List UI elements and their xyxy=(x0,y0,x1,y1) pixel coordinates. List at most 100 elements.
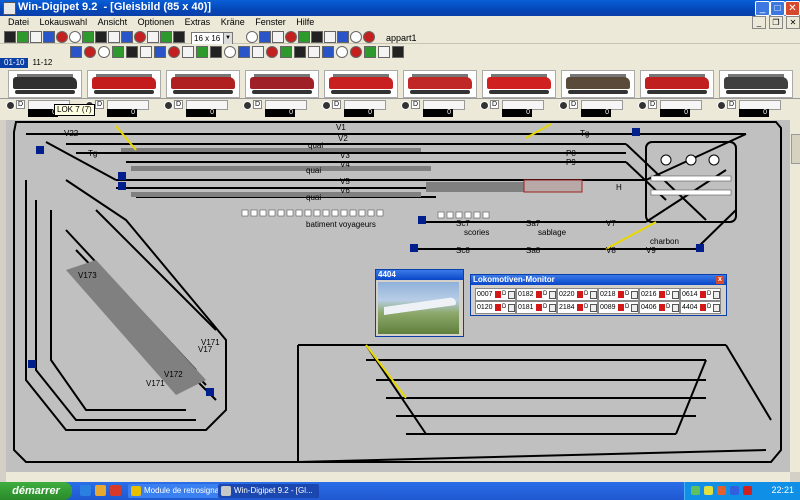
tray-icon-3[interactable] xyxy=(717,486,726,495)
doc-close-button[interactable]: ✕ xyxy=(786,16,800,29)
monitor-cell[interactable]: 0181 D xyxy=(516,301,557,314)
direction-indicator[interactable] xyxy=(401,101,410,110)
toolbar-icon[interactable] xyxy=(108,31,120,43)
toolbar-icon[interactable] xyxy=(98,46,110,58)
loco-thumbnail[interactable] xyxy=(8,70,82,98)
toolbar-icon[interactable] xyxy=(4,31,16,43)
direction-indicator[interactable] xyxy=(638,101,647,110)
loco-control[interactable]: D0 xyxy=(557,100,633,118)
turntable-loco[interactable] xyxy=(523,179,583,193)
folder-icon[interactable] xyxy=(95,485,106,496)
loco-control[interactable]: D0 xyxy=(636,100,712,118)
direction-indicator[interactable] xyxy=(322,101,331,110)
direction-indicator[interactable] xyxy=(164,101,173,110)
toolbar-icon[interactable] xyxy=(82,31,94,43)
horizontal-scrollbar[interactable] xyxy=(6,472,790,482)
toolbar-icon[interactable] xyxy=(17,31,29,43)
toolbar-icon[interactable] xyxy=(350,31,362,43)
toolbar-icon[interactable] xyxy=(252,46,264,58)
menu-datei[interactable]: Datei xyxy=(8,16,29,29)
appart-label[interactable]: appart1 xyxy=(386,33,417,43)
toolbar-icon[interactable] xyxy=(173,31,185,43)
drive-mode-label[interactable]: D xyxy=(490,100,500,109)
toolbar-icon[interactable] xyxy=(210,46,222,58)
toolbar-icon[interactable] xyxy=(280,46,292,58)
media-icon[interactable] xyxy=(110,485,121,496)
loco-thumbnail[interactable] xyxy=(166,70,240,98)
maximize-button[interactable]: □ xyxy=(770,1,785,16)
toolbar-icon[interactable] xyxy=(43,31,55,43)
drive-mode-label[interactable]: D xyxy=(253,100,263,109)
toolbar-icon[interactable] xyxy=(168,46,180,58)
loco-thumbnail[interactable] xyxy=(561,70,635,98)
toolbar-icon[interactable] xyxy=(311,31,323,43)
tray-icon-4[interactable] xyxy=(730,486,739,495)
drive-mode-label[interactable]: D xyxy=(727,100,737,109)
direction-indicator[interactable] xyxy=(480,101,489,110)
toolbar-icon[interactable] xyxy=(322,46,334,58)
loco-control[interactable]: D0 xyxy=(162,100,238,118)
toolbar-icon[interactable] xyxy=(140,46,152,58)
loco-control[interactable]: D0 xyxy=(399,100,475,118)
toolbar-icon[interactable] xyxy=(126,46,138,58)
toolbar-icon[interactable] xyxy=(70,46,82,58)
toolbar-icon[interactable] xyxy=(134,31,146,43)
toolbar-icon[interactable] xyxy=(350,46,362,58)
toolbar-icon[interactable] xyxy=(196,46,208,58)
drive-mode-label[interactable]: D xyxy=(332,100,342,109)
tab-locos-11-12[interactable]: 11-12 xyxy=(28,58,56,68)
monitor-cell[interactable]: 0182 D xyxy=(516,288,557,301)
loco-thumbnail[interactable] xyxy=(324,70,398,98)
doc-minimize-button[interactable]: _ xyxy=(752,16,766,29)
toolbar-icon[interactable] xyxy=(337,31,349,43)
toolbar-icon[interactable] xyxy=(298,31,310,43)
vertical-scrollbar[interactable] xyxy=(790,120,800,472)
toolbar-icon[interactable] xyxy=(363,31,375,43)
loco-control[interactable]: D0 xyxy=(241,100,317,118)
menu-ansicht[interactable]: Ansicht xyxy=(98,16,128,29)
toolbar-icon[interactable] xyxy=(246,31,258,43)
doc-restore-button[interactable]: ❐ xyxy=(769,16,783,29)
drive-mode-label[interactable]: D xyxy=(95,100,105,109)
tray-icon-2[interactable] xyxy=(704,486,713,495)
close-button[interactable]: ✕ xyxy=(785,1,800,16)
toolbar-icon[interactable] xyxy=(160,31,172,43)
monitor-cell[interactable]: 0218 D xyxy=(598,288,639,301)
toolbar-icon[interactable] xyxy=(56,31,68,43)
scroll-thumb[interactable] xyxy=(791,134,800,164)
toolbar-icon[interactable] xyxy=(84,46,96,58)
toolbar-icon[interactable] xyxy=(112,46,124,58)
loco-thumbnail[interactable] xyxy=(719,70,793,98)
monitor-cell[interactable]: 2184 D xyxy=(557,301,598,314)
task-win-digipet[interactable]: Win-Digipet 9.2 - [Gl... xyxy=(218,484,319,498)
loco-thumbnail[interactable] xyxy=(640,70,714,98)
menu-extras[interactable]: Extras xyxy=(185,16,211,29)
toolbar-icon[interactable] xyxy=(69,31,81,43)
tab-locos-01-10[interactable]: 01-10 xyxy=(0,58,29,68)
drive-mode-label[interactable]: D xyxy=(174,100,184,109)
loco-thumbnail[interactable] xyxy=(482,70,556,98)
loco-control[interactable]: D0 xyxy=(715,100,791,118)
monitor-cell[interactable]: 0220 D xyxy=(557,288,598,301)
tray-icon-1[interactable] xyxy=(691,486,700,495)
toolbar-icon[interactable] xyxy=(121,31,133,43)
close-icon[interactable]: x xyxy=(716,276,724,284)
loco-monitor-window[interactable]: Lokomotiven-Monitor x 0007 D 0182 D 0220 D 0218… xyxy=(470,274,727,316)
start-button[interactable]: démarrer xyxy=(0,482,72,500)
menu-optionen[interactable]: Optionen xyxy=(138,16,175,29)
monitor-cell[interactable]: 0614 D xyxy=(680,288,721,301)
toolbar-icon[interactable] xyxy=(364,46,376,58)
monitor-cell[interactable]: 0089 D xyxy=(598,301,639,314)
monitor-cell[interactable]: 0120 D xyxy=(475,301,516,314)
task-module[interactable]: Module de retrosignal... xyxy=(128,484,229,498)
toolbar-icon[interactable] xyxy=(272,31,284,43)
minimize-button[interactable]: _ xyxy=(755,1,770,16)
monitor-cell[interactable]: 4404 D xyxy=(680,301,721,314)
toolbar-icon[interactable] xyxy=(95,31,107,43)
toolbar-icon[interactable] xyxy=(182,46,194,58)
menu-hilfe[interactable]: Hilfe xyxy=(296,16,314,29)
menu-lokauswahl[interactable]: Lokauswahl xyxy=(40,16,88,29)
drive-mode-label[interactable]: D xyxy=(411,100,421,109)
toolbar-icon[interactable] xyxy=(266,46,278,58)
monitor-cell[interactable]: 0216 D xyxy=(639,288,680,301)
